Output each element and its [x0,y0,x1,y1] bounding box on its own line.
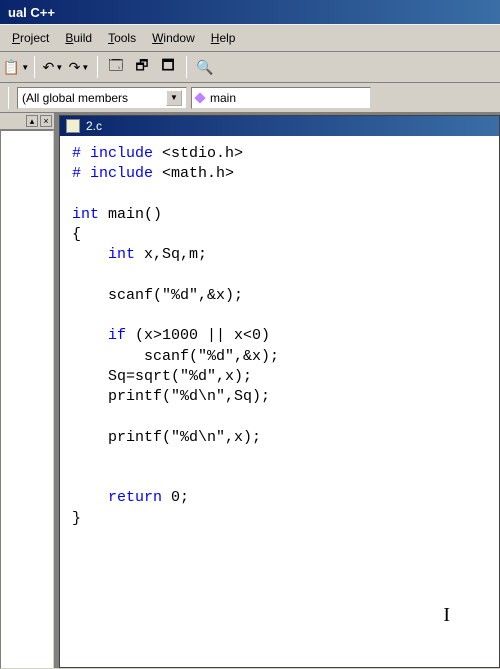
code-preproc: # include [72,165,162,182]
toolbar: 📋▼ ↶▼ ↷▼ 🗔 🗗 🗖 🔍 [0,51,500,83]
file-icon [66,119,80,133]
side-panel: ▴ × [0,113,55,668]
paste-button[interactable]: 📋▼ [4,55,28,79]
find-button[interactable]: 🔍 [193,55,217,79]
menu-tools[interactable]: Tools [102,29,142,47]
editor-titlebar: 2.c [60,116,499,136]
code-text: 0; [162,489,189,506]
panel-close-icon[interactable]: × [40,115,52,127]
globals-combo[interactable]: (All global members ▼ [17,87,187,109]
find-icon: 🔍 [196,59,213,76]
side-panel-body [0,130,54,669]
code-text: (x>1000 || x<0) [126,327,270,344]
member-bar: (All global members ▼ main [0,83,500,113]
chevron-down-icon: ▼ [81,63,89,72]
code-keyword: int [72,246,135,263]
menu-build[interactable]: Build [59,29,98,47]
panel-pin-icon[interactable]: ▴ [26,115,38,127]
code-keyword: int [72,206,99,223]
menu-bar: Project Build Tools Window Help [0,24,500,51]
undo-button[interactable]: ↶▼ [41,55,65,79]
chevron-down-icon: ▼ [55,63,63,72]
code-text: <stdio.h> [162,145,243,162]
app-title: ual C++ [8,5,55,20]
code-keyword: if [72,327,126,344]
code-text: printf("%d\n",x); [72,429,261,446]
code-editor[interactable]: # include <stdio.h> # include <math.h> i… [60,136,499,667]
chevron-down-icon[interactable]: ▼ [166,90,182,106]
workspace-icon: 🗔 [108,55,123,79]
menu-help[interactable]: Help [205,29,242,47]
menu-window[interactable]: Window [146,29,201,47]
code-text: scanf("%d",&x); [72,348,279,365]
code-text: Sq=sqrt("%d",x); [72,368,252,385]
window-list-button[interactable]: 🗖 [156,55,180,79]
diamond-icon [194,92,205,103]
windows-icon: 🗖 [161,55,174,79]
editor-filename: 2.c [86,119,102,133]
menu-project[interactable]: Project [6,29,55,47]
editor-window: 2.c # include <stdio.h> # include <math.… [59,115,500,668]
code-text: main() [99,206,162,223]
paste-icon: 📋 [3,59,20,76]
side-panel-header: ▴ × [0,113,54,130]
code-text: scanf("%d",&x); [72,287,243,304]
code-text: { [72,226,81,243]
workspace-button[interactable]: 🗔 [104,55,128,79]
redo-button[interactable]: ↷▼ [67,55,91,79]
code-text: x,Sq,m; [135,246,207,263]
toolbar-separator [34,56,35,78]
code-keyword: return [72,489,162,506]
toolbar-separator [186,56,187,78]
code-text: } [72,510,81,527]
members-combo[interactable]: main [191,87,371,109]
text-cursor-icon: I [443,604,450,627]
toolbar-separator [97,56,98,78]
output-icon: 🗗 [135,55,148,79]
output-button[interactable]: 🗗 [130,55,154,79]
toolbar-separator [8,87,9,109]
code-preproc: # include [72,145,162,162]
undo-icon: ↶ [43,59,55,76]
editor-area: 2.c # include <stdio.h> # include <math.… [55,113,500,668]
code-text: <math.h> [162,165,234,182]
title-bar: ual C++ [0,0,500,24]
workspace: ▴ × 2.c # include <stdio.h> # include <m… [0,113,500,668]
globals-combo-text: (All global members [22,91,128,105]
members-combo-text: main [210,91,236,105]
code-text: printf("%d\n",Sq); [72,388,270,405]
redo-icon: ↷ [69,59,81,76]
chevron-down-icon: ▼ [21,63,29,72]
